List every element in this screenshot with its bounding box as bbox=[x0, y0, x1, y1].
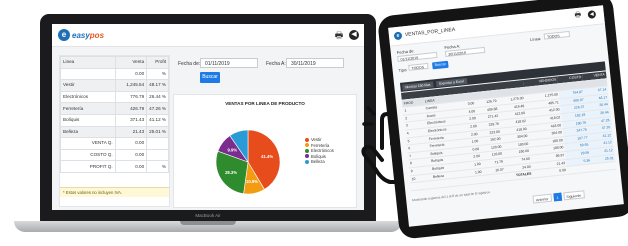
row-label: Ferretería bbox=[60, 102, 116, 115]
app-logo[interactable]: e easypos bbox=[58, 29, 104, 41]
col-header-venta: Venta bbox=[114, 56, 148, 69]
col-header-linea: Linea bbox=[60, 56, 116, 69]
tablet-header: e VENTAS_POR_LINEA 🖶 ◀ bbox=[388, 5, 605, 47]
legend-label: Vestir bbox=[311, 137, 322, 143]
summary-value: 0.00 bbox=[114, 137, 148, 150]
back-arrow-icon[interactable]: ◀ bbox=[349, 30, 359, 40]
table-row: Belleza 21.43 25.01 % bbox=[60, 125, 169, 139]
row-venta: 426.79 bbox=[114, 102, 148, 115]
row-value: 0.00 bbox=[114, 67, 148, 81]
date-from-input[interactable]: 01/11/2019 bbox=[200, 58, 258, 68]
legend-swatch bbox=[305, 159, 309, 164]
sales-by-line-table: Linea Venta Profit 0.00 % Vestir 1,245.5… bbox=[60, 56, 169, 173]
row-profit: 26.44 % bbox=[146, 90, 169, 104]
tablet-device: e VENTAS_POR_LINEA 🖶 ◀ Fecha de: 01/11/2… bbox=[376, 0, 628, 240]
app-header: e easypos 🖶 ◀ bbox=[52, 24, 364, 47]
tablet-pagination: Anterior 1 Siguiente bbox=[532, 190, 585, 204]
col-header-profit: Profit bbox=[146, 56, 169, 69]
pie-value-label: 41.4% bbox=[261, 154, 273, 159]
table-row: 0.00 % bbox=[60, 67, 169, 81]
logo-badge: e bbox=[58, 29, 70, 41]
summary-row-costo: COSTO Q. 0.00 bbox=[60, 148, 169, 162]
row-venta: 776.79 bbox=[114, 90, 148, 104]
chart-legend: Vestir Ferretería Electrónicos Bolíquis Bell… bbox=[305, 137, 334, 165]
table-row: Bolíquis 371.43 41.12 % bbox=[60, 113, 169, 127]
row-label: Vestir bbox=[60, 79, 116, 92]
search-button[interactable]: Buscar bbox=[200, 72, 220, 83]
tablet-page-title: VENTAS_POR_LINEA bbox=[404, 26, 456, 39]
tablet-back-arrow-icon[interactable]: ◀ bbox=[587, 10, 597, 19]
legend-label: Ferretería bbox=[311, 142, 330, 148]
tablet-linea-select[interactable]: TODOS bbox=[543, 30, 571, 40]
tablet-tipo-select[interactable]: TODOS bbox=[408, 62, 429, 71]
summary-label: COSTO Q. bbox=[60, 148, 116, 162]
summary-value: 0.00 bbox=[114, 160, 148, 173]
logo-suffix: pos bbox=[89, 30, 105, 40]
pie-value-label: 28.3% bbox=[225, 170, 237, 175]
laptop-notch bbox=[180, 221, 236, 225]
tablet-tipo-label: Tipo: bbox=[398, 67, 408, 73]
row-profit: 41.12 % bbox=[146, 113, 169, 127]
tablet-linea-label: Línea: bbox=[529, 35, 542, 43]
sales-summary-card: Linea Venta Profit 0.00 % Vestir 1,245.5… bbox=[59, 55, 170, 207]
pie-value-label: 9.9% bbox=[228, 147, 238, 152]
row-label bbox=[60, 67, 116, 81]
table-row: Vestir 1,245.54 48.17 % bbox=[60, 79, 169, 92]
logo-prefix: easy bbox=[72, 30, 90, 40]
row-label: Electrónicos bbox=[60, 90, 116, 104]
row-profit: 25.01 % bbox=[146, 125, 169, 139]
logo-text: easypos bbox=[72, 31, 104, 40]
legend-swatch bbox=[305, 143, 309, 148]
summary-row-venta: VENTA Q. 0.00 bbox=[60, 137, 169, 150]
legend-label: Belleza bbox=[311, 159, 325, 165]
table-row: Electrónicos 776.79 26.44 % bbox=[60, 90, 169, 104]
row-label: Bolíquis bbox=[60, 113, 116, 127]
tablet-export-button[interactable]: Exportar a Excel bbox=[435, 77, 468, 87]
row-profit: 47.26 % bbox=[146, 102, 169, 115]
chart-card: VENTAS POR LINEA DE PRODUCTO 41.4% 10.8% 2… bbox=[173, 94, 357, 208]
pie-value-label: 10.8% bbox=[246, 179, 258, 184]
row-profit: 48.17 % bbox=[146, 79, 169, 92]
summary-label: VENTA Q. bbox=[60, 137, 116, 150]
pagination-prev[interactable]: Anterior bbox=[532, 193, 552, 204]
tablet-logo-badge: e bbox=[393, 31, 403, 41]
row-venta: 371.43 bbox=[114, 113, 148, 127]
tablet-sales-table: VENDIDOS COSTO VENTA PROD LINEA 1 Camisa 0… bbox=[401, 71, 617, 191]
tablet-table-wrap: VENDIDOS COSTO VENTA PROD LINEA 1 Camisa 0… bbox=[401, 71, 617, 191]
summary-value: 0.00 bbox=[114, 148, 148, 162]
table-row: Ferretería 426.79 47.26 % bbox=[60, 102, 169, 115]
tablet-rows-filter[interactable]: Mostrar 150 filas bbox=[402, 80, 434, 91]
row-label: Belleza bbox=[60, 125, 116, 139]
laptop-model-label: MacBook Air bbox=[195, 213, 221, 218]
tablet-title-wrap: e VENTAS_POR_LINEA bbox=[393, 26, 456, 41]
summary-label: PROFIT Q. bbox=[60, 160, 116, 173]
summary-unit: % bbox=[146, 160, 169, 173]
row-venta: 21.43 bbox=[114, 125, 148, 139]
iva-footnote: * Estos valores no incluyen IVA. bbox=[60, 187, 169, 197]
legend-label: Electrónicos bbox=[311, 148, 334, 154]
legend-swatch bbox=[305, 148, 309, 153]
legend-label: Bolíquis bbox=[311, 153, 326, 159]
table-header-row: Linea Venta Profit bbox=[60, 56, 169, 69]
pagination-page-1[interactable]: 1 bbox=[552, 192, 562, 202]
date-from-label: Fecha de: bbox=[178, 61, 201, 67]
tablet-records-info: Mostrando registros del 1 al 8 de un tot… bbox=[412, 190, 491, 203]
laptop-screen: e easypos 🖶 ◀ Linea Venta Profit 0.00 % … bbox=[52, 24, 364, 210]
legend-swatch bbox=[305, 137, 309, 142]
legend-swatch bbox=[305, 154, 309, 159]
tablet-print-icon[interactable]: 🖶 bbox=[574, 12, 583, 21]
date-to-input[interactable]: 30/11/2019 bbox=[286, 58, 344, 68]
legend-item[interactable]: Belleza bbox=[305, 159, 334, 165]
tablet-screen: e VENTAS_POR_LINEA 🖶 ◀ Fecha de: 01/11/2… bbox=[388, 5, 624, 227]
summary-row-profit: PROFIT Q. 0.00 % bbox=[60, 160, 169, 173]
tablet-search-button[interactable]: Buscar bbox=[431, 60, 449, 70]
summary-empty bbox=[146, 137, 169, 150]
pagination-next[interactable]: Siguiente bbox=[562, 190, 585, 201]
row-unit: % bbox=[146, 67, 169, 81]
row-venta: 1,245.54 bbox=[114, 79, 148, 92]
print-icon[interactable]: 🖶 bbox=[334, 30, 344, 40]
date-to-label: Fecha A: bbox=[266, 61, 286, 67]
summary-empty bbox=[146, 148, 169, 162]
